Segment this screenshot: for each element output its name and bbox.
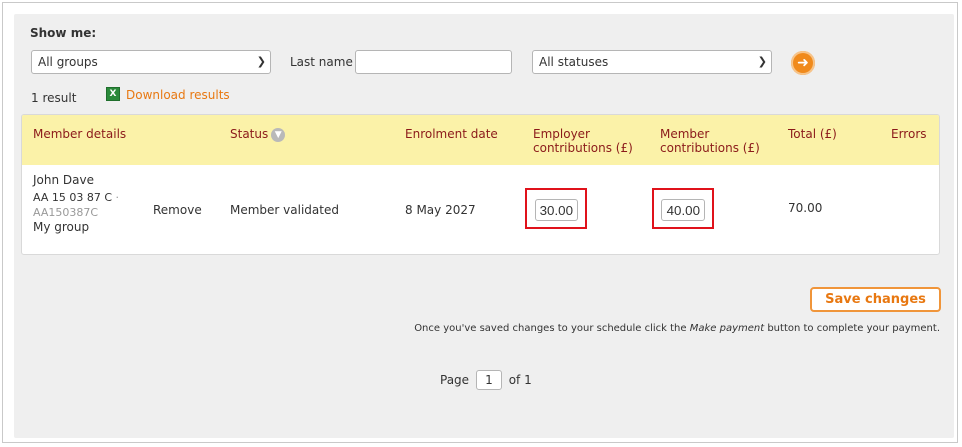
save-changes-button[interactable]: Save changes — [810, 287, 941, 312]
member-contribution-input[interactable] — [661, 199, 705, 221]
last-name-input[interactable] — [355, 50, 512, 74]
header-employer-line2: contributions (£) — [533, 141, 633, 155]
header-member-line2: contributions (£) — [660, 141, 760, 155]
sort-chevron-icon[interactable]: ▼ — [271, 127, 286, 142]
member-ni-line: AA 15 03 87 C · — [33, 191, 119, 204]
save-note-after: button to complete your payment. — [764, 323, 940, 334]
header-employer-contributions: Employer contributions (£) — [533, 127, 633, 155]
chevron-down-icon: ❯ — [757, 55, 767, 68]
header-member-line1: Member — [660, 127, 710, 141]
page-number-input[interactable]: 1 — [475, 370, 502, 390]
save-note-emphasis: Make payment — [689, 323, 765, 334]
member-ni-separator: · — [115, 191, 120, 204]
spreadsheet-icon: X — [106, 87, 120, 101]
header-total: Total (£) — [788, 127, 837, 141]
page-label: Page — [440, 373, 470, 387]
save-note: Once you've saved changes to your schedu… — [414, 323, 940, 334]
member-ni-reference: AA150387C — [33, 206, 99, 219]
header-status-label: Status — [230, 127, 269, 141]
table-header: Member details Status ▼ Enrolment date Em… — [22, 115, 939, 165]
header-employer-line1: Employer — [533, 127, 590, 141]
group-select-value: All groups — [38, 55, 98, 69]
arrow-right-icon[interactable]: ➜ — [791, 51, 815, 75]
member-name: John Dave — [33, 173, 94, 187]
status-select-value: All statuses — [539, 55, 609, 69]
member-enrolment-date: 8 May 2027 — [405, 203, 476, 217]
page-total-label: of 1 — [508, 373, 532, 387]
header-member-contributions: Member contributions (£) — [660, 127, 760, 155]
header-member-details: Member details — [33, 127, 127, 141]
chevron-down-icon: ❯ — [256, 55, 266, 68]
download-results-link[interactable]: Download results — [126, 88, 230, 102]
show-me-label: Show me: — [30, 26, 97, 40]
member-status: Member validated — [230, 203, 339, 217]
employer-contribution-input[interactable] — [535, 199, 578, 221]
member-total: 70.00 — [788, 201, 823, 215]
result-count: 1 result — [31, 91, 77, 105]
header-status[interactable]: Status ▼ — [230, 127, 286, 142]
header-enrolment-date: Enrolment date — [405, 127, 498, 141]
last-name-label: Last name — [290, 55, 353, 69]
member-ni-number: AA 15 03 87 C — [33, 191, 113, 204]
group-select[interactable]: All groups ❯ — [31, 50, 271, 74]
save-note-before: Once you've saved changes to your schedu… — [414, 323, 690, 334]
pagination: Page 1 of 1 — [440, 370, 532, 390]
remove-member-link[interactable]: Remove — [153, 203, 202, 217]
status-select[interactable]: All statuses ❯ — [532, 50, 772, 74]
members-table: Member details Status ▼ Enrolment date Em… — [21, 114, 940, 255]
member-group: My group — [33, 220, 90, 234]
header-errors: Errors — [891, 127, 927, 141]
